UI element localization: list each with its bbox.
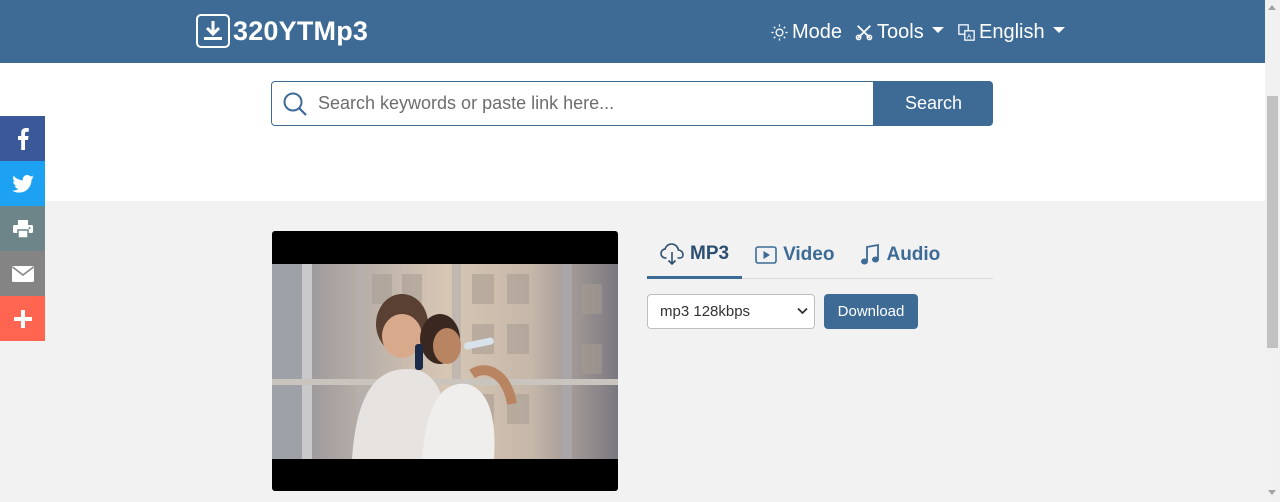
cloud-download-icon [660,243,684,265]
video-thumbnail[interactable] [272,231,618,491]
search-section: Search [0,63,1265,201]
twitter-icon [11,174,34,193]
share-more-button[interactable] [0,296,45,341]
share-facebook-button[interactable] [0,116,45,161]
tab-mp3-label: MP3 [690,243,730,264]
music-note-icon [861,244,880,265]
language-label: English [979,20,1045,43]
quality-select[interactable]: mp3 128kbps [647,294,815,329]
scroll-up-arrow-icon[interactable] [1268,5,1276,10]
quality-selected-value: mp3 128kbps [660,303,751,320]
email-icon [11,265,34,282]
share-email-button[interactable] [0,251,45,296]
chevron-down-icon [797,307,808,315]
tools-label: Tools [877,20,924,43]
share-bar [0,116,45,341]
tab-video-label: Video [783,244,835,265]
share-twitter-button[interactable] [0,161,45,206]
search-button[interactable]: Search [874,81,993,126]
share-print-button[interactable] [0,206,45,251]
search-icon [283,92,307,116]
svg-text:A: A [967,33,972,40]
tab-audio-label: Audio [886,244,941,265]
search-box [271,81,874,126]
plus-icon [13,309,32,328]
download-logo-icon [196,14,230,48]
video-play-icon [755,246,777,264]
facebook-icon [17,127,29,150]
scrollbar[interactable] [1265,0,1280,502]
sun-icon [771,23,788,41]
print-icon [12,219,33,238]
tools-icon [855,25,873,41]
brand-link[interactable]: 320YTMp3 [196,14,368,48]
nav-tools[interactable]: Tools [855,18,944,46]
tab-video[interactable]: Video [742,232,847,278]
mode-label: Mode [792,20,843,43]
search-input[interactable] [318,93,858,114]
nav-mode[interactable]: Mode [771,18,842,46]
format-tabs: MP3 Video Audio [647,232,993,279]
translate-icon: A [958,23,975,41]
navbar: 320YTMp3 Mode Tools A English [0,0,1265,63]
scrollbar-thumb[interactable] [1267,96,1278,348]
scroll-down-arrow-icon[interactable] [1268,490,1276,495]
nav-language[interactable]: A English [958,18,1065,46]
brand-name: 320YTMp3 [233,15,369,46]
tab-mp3[interactable]: MP3 [647,232,743,279]
download-button[interactable]: Download [824,294,918,329]
caret-down-icon [1052,27,1065,33]
tab-audio[interactable]: Audio [847,232,953,278]
caret-down-icon [931,27,944,33]
video-frame-image [272,264,618,459]
